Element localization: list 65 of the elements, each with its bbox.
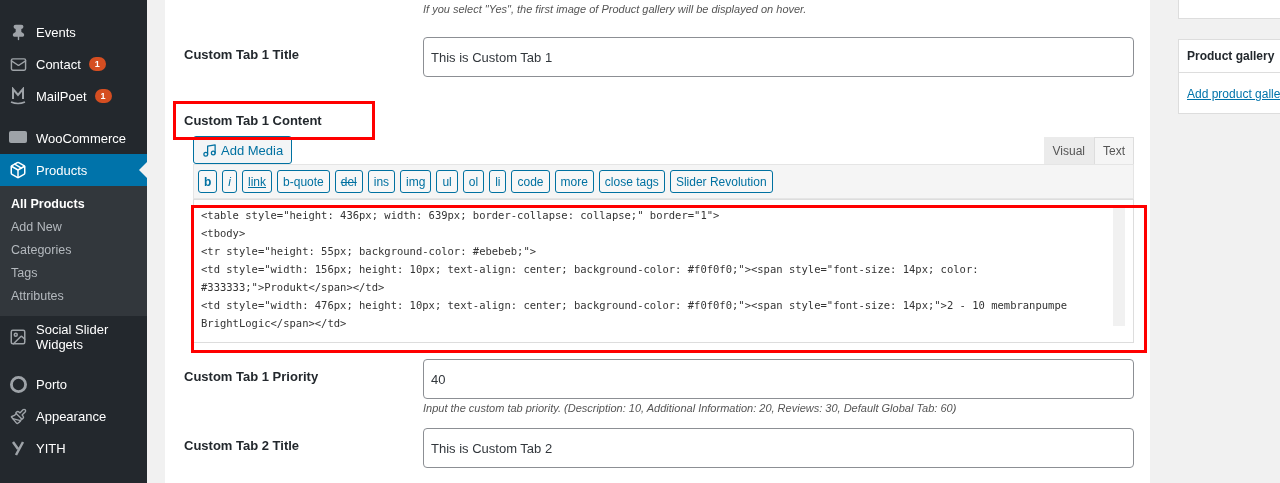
box-title: Product gallery xyxy=(1179,40,1280,73)
count-badge: 1 xyxy=(88,57,106,71)
submenu-item[interactable]: All Products xyxy=(0,193,147,216)
menu-item[interactable]: Social Slider Widgets xyxy=(0,316,147,358)
submenu-item[interactable]: Tags xyxy=(0,262,147,285)
editor-tab[interactable]: Visual xyxy=(1043,137,1094,164)
format-button[interactable]: i xyxy=(222,170,237,193)
submenu-item[interactable]: Categories xyxy=(0,239,147,262)
field-label: Custom Tab 1 Content xyxy=(184,112,323,130)
count-badge: 1 xyxy=(94,89,112,103)
menu-label: Social Slider Widgets xyxy=(36,322,110,352)
menu-item[interactable]: WooCommerce xyxy=(0,122,147,154)
code-line: <tr style="height: 55px; background-color: #ebebeb;"> xyxy=(201,244,538,259)
format-button[interactable]: img xyxy=(400,170,432,193)
format-button[interactable]: close tags xyxy=(598,170,665,193)
menu-label: YITH xyxy=(36,440,66,456)
menu-item[interactable]: Events xyxy=(0,16,147,48)
text-field[interactable]: This is Custom Tab 1 xyxy=(423,37,1134,77)
brush-icon xyxy=(8,406,28,426)
format-button[interactable]: del xyxy=(334,170,363,193)
format-button[interactable]: b-quote xyxy=(277,170,330,193)
field-hint: Input the custom tab priority. (Description: 10, Additional Information: 20, Reviews: 30, Default Global Tab: 60) xyxy=(423,401,958,416)
menu-item[interactable]: Appearance xyxy=(0,400,147,432)
ring-icon xyxy=(8,374,28,394)
menu-item[interactable]: Products xyxy=(0,154,147,186)
m-logo-icon xyxy=(8,86,28,106)
format-button[interactable]: ol xyxy=(462,170,485,193)
format-button[interactable]: link xyxy=(242,170,273,193)
menu-item[interactable]: MailPoet 1 xyxy=(0,80,147,112)
editor-tab[interactable]: Text xyxy=(1094,137,1134,164)
submenu-item[interactable]: Attributes xyxy=(0,285,147,308)
menu-label: WooCommerce xyxy=(36,130,127,146)
format-button[interactable]: more xyxy=(554,170,594,193)
text-field[interactable]: This is Custom Tab 2 xyxy=(423,428,1134,468)
field-label: Custom Tab 2 Title xyxy=(184,437,301,453)
code-line: <td style="width: 156px; height: 10px; text-align: center; background-color: #f0f0f0;"><span style="font-size: 14px; color: #333333;">Produkt</span></td> xyxy=(201,262,980,295)
menu-item[interactable]: Porto xyxy=(0,368,147,400)
format-button[interactable]: b xyxy=(198,170,218,193)
format-button[interactable]: ins xyxy=(367,170,396,193)
format-button[interactable]: code xyxy=(511,170,550,193)
add-media-button[interactable]: Add Media xyxy=(193,136,293,164)
menu-label: Products xyxy=(36,162,88,178)
code-line: <tbody> xyxy=(201,226,247,241)
menu-label: MailPoet xyxy=(36,88,87,104)
menu-label: Porto xyxy=(36,376,68,392)
add-gallery-link[interactable]: Add product galle xyxy=(1187,87,1280,101)
submenu-item[interactable]: Add New xyxy=(0,216,147,239)
menu-item[interactable]: Contact 1 xyxy=(0,48,147,80)
field-hint: If you select "Yes", the first image of Product gallery will be displayed on hover. xyxy=(423,2,808,17)
format-button[interactable]: ul xyxy=(436,170,458,193)
slideshow-icon xyxy=(8,327,28,347)
media-icon xyxy=(202,142,217,158)
menu-label: Appearance xyxy=(36,408,107,424)
field-label: Custom Tab 1 Priority xyxy=(184,368,320,384)
menu-item[interactable]: YITH xyxy=(0,432,147,464)
box-icon xyxy=(8,160,28,180)
text-field[interactable]: 40 xyxy=(423,359,1134,399)
code-line: <td style="width: 476px; height: 10px; text-align: center; background-color: #f0f0f0;"><span style="font-size: 14px;">2 - 10 membranpumpe BrightLogic</span></td> xyxy=(201,298,1069,331)
field-label: Custom Tab 1 Title xyxy=(184,46,301,62)
format-button[interactable]: li xyxy=(489,170,507,193)
menu-label: Events xyxy=(36,24,76,40)
code-line: <table style="height: 436px; width: 639px; border-collapse: collapse;" border="1"> xyxy=(201,208,721,223)
menu-label: Contact xyxy=(36,56,81,72)
format-button[interactable]: Slider Revolution xyxy=(669,170,773,193)
scrollbar[interactable] xyxy=(1113,206,1125,326)
